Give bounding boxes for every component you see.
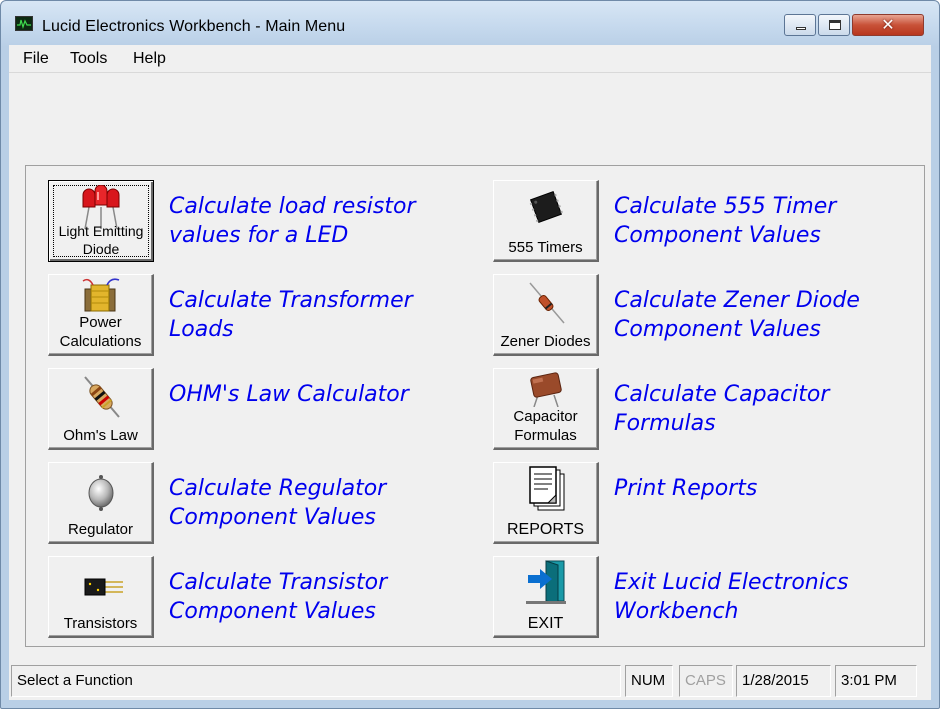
minimize-icon <box>796 27 806 30</box>
oscilloscope-icon[interactable] <box>15 16 33 31</box>
button-label: Power Calculations <box>59 314 142 350</box>
title-bar[interactable]: Lucid Electronics Workbench - Main Menu … <box>1 1 939 45</box>
close-icon: ✕ <box>881 15 895 34</box>
capacitor-formulas-button[interactable]: Capacitor Formulas <box>493 368 599 450</box>
button-label: REPORTS <box>506 521 585 538</box>
status-message: Select a Function <box>11 665 621 697</box>
status-time: 3:01 PM <box>835 665 917 697</box>
led-button[interactable]: Light Emitting Diode <box>48 180 154 262</box>
report-document-icon <box>494 466 597 512</box>
close-button[interactable]: ✕ <box>852 14 924 36</box>
regulator-icon <box>49 467 152 513</box>
button-label: Ohm's Law <box>63 427 138 444</box>
status-date: 1/28/2015 <box>736 665 831 697</box>
menu-separator <box>9 72 931 73</box>
power-description[interactable]: Calculate Transformer Loads <box>169 286 469 344</box>
button-label: Capacitor Formulas <box>513 408 578 444</box>
window-title: Lucid Electronics Workbench - Main Menu <box>42 18 346 35</box>
menu-file[interactable]: File <box>23 50 49 68</box>
exit-door-icon <box>494 559 597 605</box>
minimize-button[interactable] <box>784 14 816 36</box>
regulator-button[interactable]: Regulator <box>48 462 154 544</box>
button-label: Zener Diodes <box>500 333 591 350</box>
reports-button[interactable]: REPORTS <box>493 462 599 544</box>
main-window: Lucid Electronics Workbench - Main Menu … <box>0 0 940 709</box>
reports-description[interactable]: Print Reports <box>614 474 914 503</box>
maximize-button[interactable] <box>818 14 850 36</box>
menu-help[interactable]: Help <box>133 50 166 68</box>
exit-button[interactable]: EXIT <box>493 556 599 638</box>
button-label: Regulator <box>67 521 134 538</box>
zener-diodes-button[interactable]: Zener Diodes <box>493 274 599 356</box>
button-label: 555 Timers <box>508 239 583 256</box>
zener-description[interactable]: Calculate Zener Diode Component Values <box>614 286 914 344</box>
button-label: Light Emitting Diode <box>58 223 144 257</box>
power-calculations-button[interactable]: Power Calculations <box>48 274 154 356</box>
ohms-law-button[interactable]: Ohm's Law <box>48 368 154 450</box>
function-group: Light Emitting Diode Calculate load resi… <box>25 165 925 647</box>
button-label: EXIT <box>527 615 564 632</box>
transistor-description[interactable]: Calculate Transistor Component Values <box>169 568 469 626</box>
transistor-icon <box>49 561 152 607</box>
ic-chip-icon <box>494 185 597 231</box>
caps-lock-indicator: CAPS <box>679 665 733 697</box>
555-timers-button[interactable]: 555 Timers <box>493 180 599 262</box>
maximize-icon <box>829 20 841 30</box>
regulator-description[interactable]: Calculate Regulator Component Values <box>169 474 469 532</box>
num-lock-indicator: NUM <box>625 665 673 697</box>
zener-diode-icon <box>494 279 597 325</box>
menu-bar: File Tools Help <box>9 45 931 73</box>
ohms-law-description[interactable]: OHM's Law Calculator <box>169 380 469 409</box>
555-timer-description[interactable]: Calculate 555 Timer Component Values <box>614 192 914 250</box>
client-area: File Tools Help Light Emitting Diode Cal… <box>9 45 931 700</box>
menu-tools[interactable]: Tools <box>70 50 107 68</box>
button-label: Transistors <box>63 615 138 632</box>
capacitor-description[interactable]: Calculate Capacitor Formulas <box>614 380 914 438</box>
exit-description[interactable]: Exit Lucid Electronics Workbench <box>614 568 914 626</box>
transistors-button[interactable]: Transistors <box>48 556 154 638</box>
led-description[interactable]: Calculate load resistor values for a LED <box>169 192 469 250</box>
status-bar: Select a Function NUM CAPS 1/28/2015 3:0… <box>9 661 931 699</box>
resistor-icon <box>49 373 152 419</box>
